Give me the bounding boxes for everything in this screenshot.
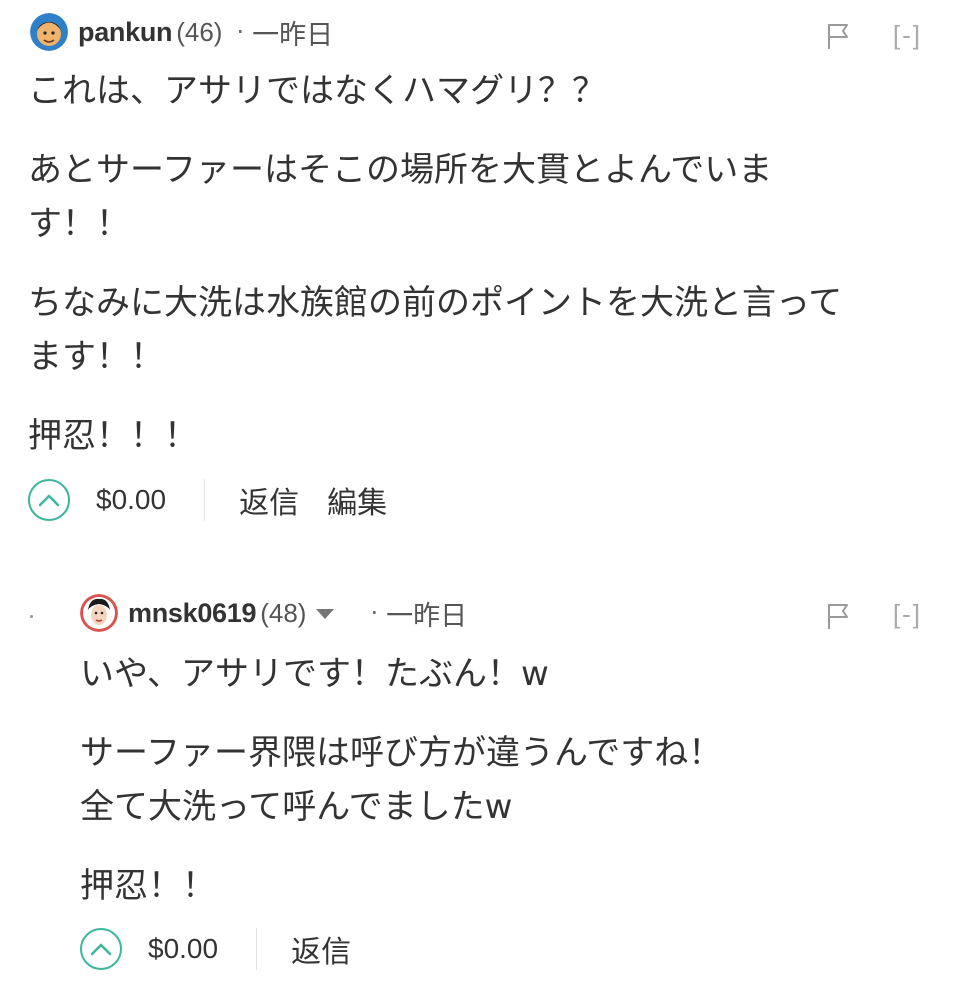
- comment-paragraph: これは、アサリではなくハマグリ？？: [28, 64, 948, 118]
- text-line: これは、アサリではなくハマグリ？？: [28, 71, 606, 111]
- upvote-button[interactable]: [28, 479, 70, 521]
- comment-paragraph: あとサーファーはそこの場所を大貫とよんでいま す！！: [28, 143, 948, 251]
- user-avatar[interactable]: [30, 13, 68, 51]
- comment-body: これは、アサリではなくハマグリ？？ あとサーファーはそこの場所を大貫とよんでいま…: [28, 64, 948, 488]
- upvote-chevron-icon: [38, 494, 60, 507]
- comment-timestamp[interactable]: 一昨日: [386, 594, 467, 633]
- collapse-toggle[interactable]: [-]: [893, 20, 922, 51]
- text-line: ちなみに大洗は水族館の前のポイントを大洗と言って: [28, 283, 843, 323]
- comment-paragraph: ちなみに大洗は水族館の前のポイントを大洗と言って ます！！: [28, 276, 948, 384]
- comment-header: pankun (46) · 一昨日: [30, 12, 333, 52]
- footer-divider: [204, 479, 206, 521]
- user-avatar[interactable]: [80, 594, 118, 632]
- text-line: ます！！: [28, 337, 164, 377]
- text-line: サーファー界隈は呼び方が違うんですね！: [80, 733, 723, 773]
- meta-separator: ·: [370, 599, 379, 627]
- upvote-button[interactable]: [80, 928, 122, 970]
- author-reputation: (46): [176, 16, 223, 47]
- text-line: 全て大洗って呼んでましたw: [80, 787, 513, 827]
- thread-bullet: [30, 615, 33, 618]
- comment-paragraph: 押忍！！: [80, 859, 940, 913]
- footer-divider: [256, 928, 258, 970]
- reply-button[interactable]: 返信: [239, 478, 299, 522]
- comment-footer: $0.00 返信: [80, 925, 351, 973]
- author-name[interactable]: pankun: [78, 17, 173, 48]
- reply-button[interactable]: 返信: [291, 927, 351, 971]
- text-line: 押忍！！: [80, 866, 216, 906]
- comment-paragraph: いや、アサリです！たぶん！w: [80, 647, 940, 701]
- comment-timestamp[interactable]: 一昨日: [252, 13, 333, 52]
- edit-button[interactable]: 編集: [327, 478, 387, 522]
- comment-body: いや、アサリです！たぶん！w サーファー界隈は呼び方が違うんですね！ 全て大洗って…: [80, 647, 940, 938]
- upvote-chevron-icon: [90, 943, 112, 956]
- comment-paragraph: 押忍！！！: [28, 409, 948, 463]
- comment-footer: $0.00 返信 編集: [28, 476, 387, 524]
- author-name[interactable]: mnsk0619: [128, 598, 257, 629]
- flag-icon[interactable]: [826, 22, 852, 50]
- dropdown-caret-icon[interactable]: [316, 609, 335, 619]
- text-line: いや、アサリです！たぶん！w: [80, 654, 549, 694]
- author-reputation: (48): [260, 597, 307, 628]
- comment-paragraph: サーファー界隈は呼び方が違うんですね！ 全て大洗って呼んでましたw: [80, 726, 940, 834]
- payout-amount[interactable]: $0.00: [148, 933, 218, 965]
- flag-icon[interactable]: [826, 602, 852, 630]
- text-line: あとサーファーはそこの場所を大貫とよんでいま: [28, 150, 773, 190]
- meta-separator: ·: [236, 18, 245, 46]
- collapse-toggle[interactable]: [-]: [893, 599, 922, 630]
- text-line: す！！: [28, 204, 130, 244]
- text-line: 押忍！！！: [28, 416, 198, 456]
- payout-amount[interactable]: $0.00: [96, 484, 166, 516]
- comment-header: mnsk0619 (48) · 一昨日: [80, 593, 467, 633]
